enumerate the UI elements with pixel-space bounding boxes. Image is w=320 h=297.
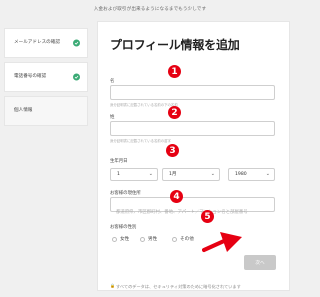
- last-name-hint: 身分証明書に記載されている名前の苗字: [110, 139, 171, 143]
- gender-option-female[interactable]: 女性: [112, 236, 129, 242]
- gender-option-label: 男性: [148, 237, 158, 242]
- gender-option-label: その他: [180, 237, 194, 242]
- security-notice: 🔒 すべてのデータは、セキュリティ対策のために暗号化されています: [110, 283, 241, 290]
- first-name-field[interactable]: [110, 85, 275, 107]
- sidebar-item-phone-verification[interactable]: 電話番号の確認: [4, 62, 88, 92]
- annotation-arrow-icon: [202, 232, 242, 252]
- birth-month-select[interactable]: 1月 ⌄: [162, 168, 220, 181]
- last-name-label: 姓: [110, 115, 115, 120]
- birth-year-select[interactable]: 1980 ⌄: [228, 168, 275, 181]
- sidebar-item-label: 個人情報: [14, 108, 33, 113]
- radio-circle-icon: [112, 236, 117, 242]
- birth-month-value: 1月: [169, 172, 177, 177]
- sidebar: メールアドレスの確認 電話番号の確認 個人情報: [4, 28, 88, 130]
- last-name-field[interactable]: [110, 121, 275, 143]
- gender-radio-group: 女性 男性 その他: [112, 236, 272, 245]
- annotation-marker-1: 1: [168, 65, 181, 78]
- address-input[interactable]: [111, 206, 274, 219]
- gender-option-other[interactable]: その他: [172, 236, 194, 242]
- chevron-down-icon: ⌄: [210, 171, 215, 177]
- check-icon: [73, 73, 80, 81]
- chevron-down-icon: ⌄: [265, 171, 270, 177]
- annotation-marker-5: 5: [201, 210, 214, 223]
- annotation-marker-4: 4: [170, 190, 183, 203]
- birthdate-label: 生年月日: [110, 159, 128, 164]
- address-label: お客様の現住所: [110, 191, 141, 196]
- first-name-hint: 身分証明書に記載されている名前の下の名前: [110, 103, 178, 107]
- security-notice-text: すべてのデータは、セキュリティ対策のために暗号化されています: [116, 284, 241, 289]
- profile-form-panel: プロフィール情報を追加 名 身分証明書に記載されている名前の下の名前 姓 身分証…: [97, 21, 290, 291]
- sidebar-item-email-verification[interactable]: メールアドレスの確認: [4, 28, 88, 58]
- first-name-label: 名: [110, 79, 115, 84]
- gender-label: お客様の性別: [110, 225, 137, 230]
- birth-day-select[interactable]: 1 ⌄: [110, 168, 158, 181]
- sidebar-item-personal-info[interactable]: 個人情報: [4, 96, 88, 126]
- gender-option-label: 女性: [120, 237, 130, 242]
- gender-option-male[interactable]: 男性: [140, 236, 157, 242]
- sidebar-item-label: 電話番号の確認: [14, 74, 47, 79]
- birth-day-value: 1: [117, 172, 120, 177]
- radio-circle-icon: [172, 236, 177, 242]
- next-button[interactable]: 次へ: [244, 255, 276, 270]
- top-notice: 入金および取引が出来るようになるまでもう少しです: [93, 7, 207, 12]
- sidebar-item-label: メールアドレスの確認: [14, 40, 60, 45]
- annotation-marker-2: 2: [168, 106, 181, 119]
- birth-year-value: 1980: [235, 172, 247, 177]
- chevron-down-icon: ⌄: [148, 171, 153, 177]
- address-field[interactable]: [110, 197, 275, 219]
- lock-icon: 🔒: [110, 283, 115, 288]
- page-title: プロフィール情報を追加: [110, 38, 240, 52]
- radio-circle-icon: [140, 236, 145, 242]
- annotation-marker-3: 3: [166, 144, 179, 157]
- check-icon: [73, 39, 80, 47]
